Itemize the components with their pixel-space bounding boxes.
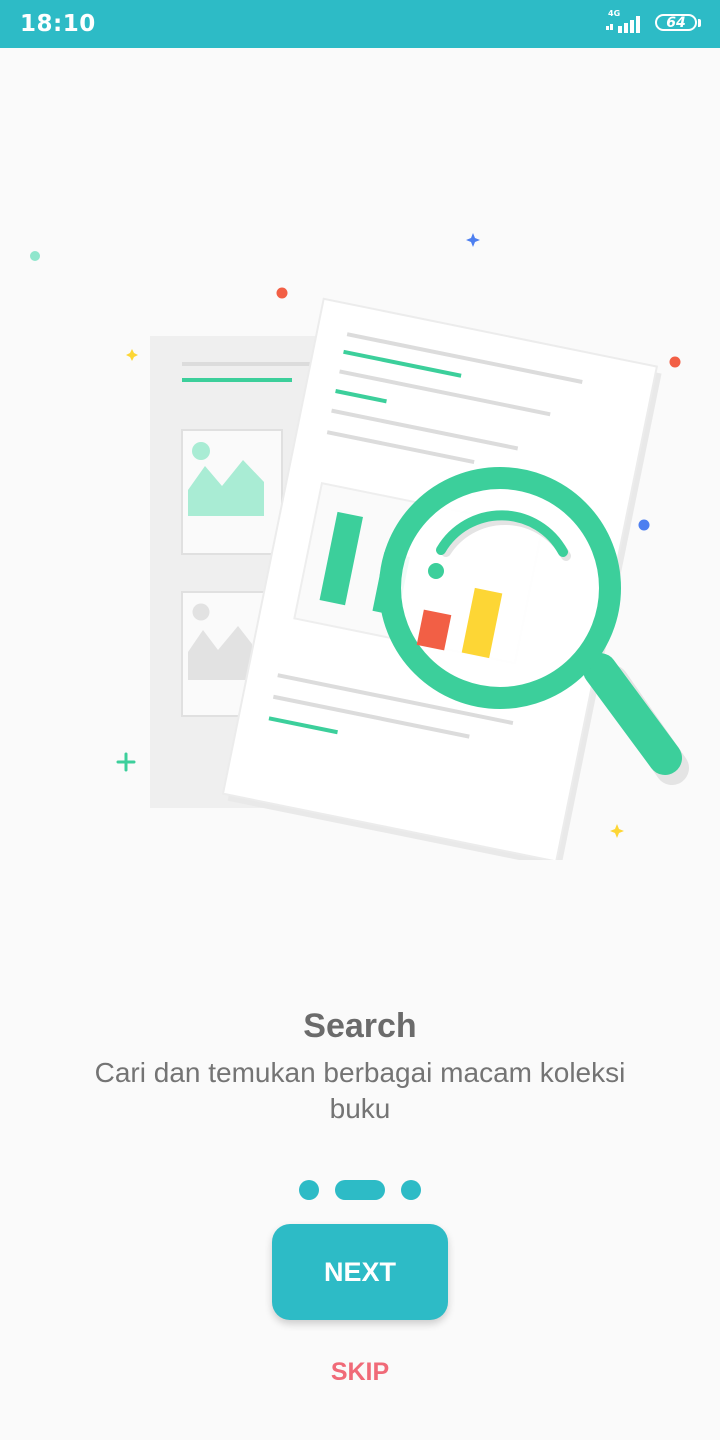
confetti-dot-teal	[30, 251, 40, 261]
confetti-star-blue	[466, 233, 480, 247]
battery-icon: 64	[655, 14, 697, 31]
page-dot-2-active	[335, 1180, 385, 1200]
page-dot-3	[401, 1180, 421, 1200]
confetti-dot-red	[276, 287, 288, 299]
next-button[interactable]: NEXT	[272, 1224, 448, 1320]
document-search-illustration	[30, 233, 689, 860]
status-bar: 18:10 4G 64	[0, 0, 720, 48]
battery-nub	[698, 19, 701, 27]
signal-strength-icon	[606, 16, 640, 33]
confetti-dot-red-right	[669, 356, 681, 368]
confetti-dot-blue	[638, 519, 650, 531]
confetti-star-yellow	[126, 349, 138, 361]
page-indicator	[299, 1180, 439, 1200]
confetti-star-yellow-bottom	[610, 824, 624, 838]
confetti-plus-green	[116, 752, 136, 772]
onboarding-description: Cari dan temukan berbagai macam koleksi …	[94, 1057, 626, 1124]
battery-level: 64	[666, 15, 686, 31]
onboarding-title: Search	[303, 1007, 417, 1045]
skip-button[interactable]: SKIP	[0, 1358, 720, 1387]
status-time: 18:10	[20, 11, 96, 37]
page-dot-1	[299, 1180, 319, 1200]
